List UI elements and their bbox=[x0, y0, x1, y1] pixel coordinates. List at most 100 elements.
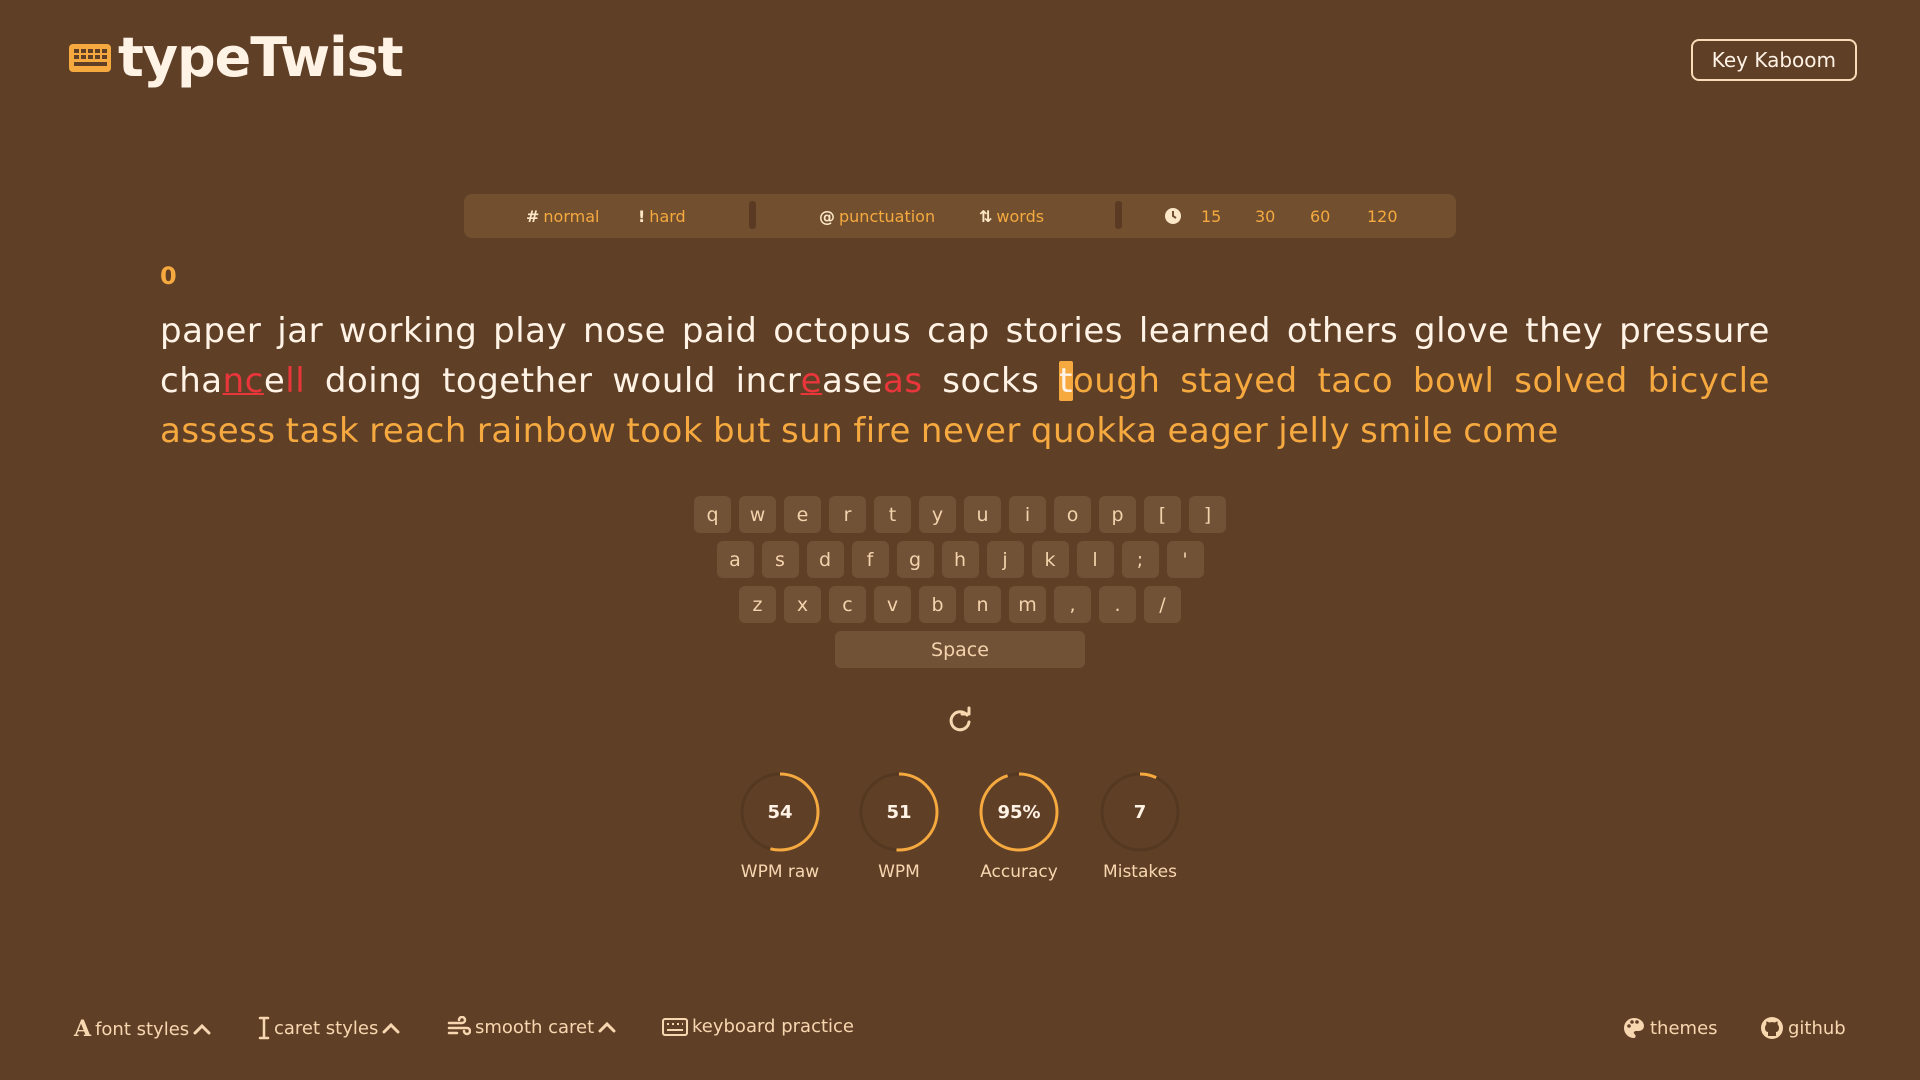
key[interactable]: y bbox=[919, 496, 956, 533]
key[interactable]: u bbox=[964, 496, 1001, 533]
mode-hard-label: hard bbox=[649, 206, 686, 226]
key[interactable]: z bbox=[739, 586, 776, 623]
word: together bbox=[442, 361, 593, 401]
text-line-1: paper jar working play nose paid octopus… bbox=[160, 306, 1770, 356]
time-120[interactable]: 120 bbox=[1367, 207, 1398, 226]
key[interactable]: m bbox=[1009, 586, 1046, 623]
time-15[interactable]: 15 bbox=[1201, 207, 1221, 226]
key[interactable]: t bbox=[874, 496, 911, 533]
key[interactable]: x bbox=[784, 586, 821, 623]
incorrect-chars: nc bbox=[222, 361, 264, 401]
key[interactable]: h bbox=[941, 541, 979, 578]
key[interactable]: a bbox=[716, 541, 754, 578]
key[interactable]: v bbox=[874, 586, 911, 623]
stat-wpm-raw: 54 WPM raw bbox=[715, 770, 845, 882]
key[interactable]: ' bbox=[1166, 541, 1204, 578]
key[interactable]: l bbox=[1076, 541, 1114, 578]
keyboard-practice-link[interactable]: keyboard practice bbox=[662, 1016, 854, 1037]
caret-styles-menu[interactable]: caret styles bbox=[258, 1016, 400, 1040]
key[interactable]: [ bbox=[1144, 496, 1181, 533]
key[interactable]: b bbox=[919, 586, 956, 623]
keyboard-practice-label: keyboard practice bbox=[692, 1016, 854, 1037]
toggle-punctuation[interactable]: @ punctuation bbox=[819, 207, 935, 226]
github-icon bbox=[1761, 1017, 1783, 1039]
font-styles-label: font styles bbox=[95, 1018, 190, 1040]
word: pressure bbox=[1619, 311, 1770, 351]
key[interactable]: ] bbox=[1189, 496, 1226, 533]
test-config-bar: # normal ! hard @ punctuation ⇅ words 15… bbox=[464, 194, 1456, 238]
key[interactable]: w bbox=[739, 496, 776, 533]
progress-ring: 54 bbox=[738, 770, 822, 854]
mode-normal[interactable]: # normal bbox=[526, 207, 599, 226]
key[interactable]: p bbox=[1099, 496, 1136, 533]
caret: t bbox=[1059, 361, 1073, 401]
word: paper bbox=[160, 311, 262, 351]
word-part: e bbox=[263, 361, 286, 401]
themes-label: themes bbox=[1650, 1017, 1718, 1039]
key-kaboom-button[interactable]: Key Kaboom bbox=[1690, 39, 1857, 81]
word: fire bbox=[853, 411, 911, 451]
key[interactable]: o bbox=[1054, 496, 1091, 533]
key[interactable]: j bbox=[986, 541, 1024, 578]
key[interactable]: / bbox=[1144, 586, 1181, 623]
key-space[interactable]: Space bbox=[835, 631, 1085, 668]
text-line-2: chancell doing together would increaseas… bbox=[160, 356, 1770, 406]
time-30[interactable]: 30 bbox=[1255, 207, 1275, 226]
progress-ring: 51 bbox=[857, 770, 941, 854]
stat-label: WPM raw bbox=[740, 862, 820, 882]
extra-chars: as bbox=[882, 361, 923, 401]
word: but bbox=[713, 411, 772, 451]
key[interactable]: r bbox=[829, 496, 866, 533]
clock-icon bbox=[1164, 207, 1182, 225]
font-styles-menu[interactable]: A font styles bbox=[74, 1016, 211, 1042]
key[interactable]: f bbox=[851, 541, 889, 578]
key[interactable]: , bbox=[1054, 586, 1091, 623]
word: octopus bbox=[773, 311, 912, 351]
keyboard-row-2: a s d f g h j k l; ' bbox=[0, 541, 1920, 578]
keyboard-icon bbox=[662, 1017, 688, 1036]
word: others bbox=[1286, 311, 1399, 351]
key[interactable]: i bbox=[1009, 496, 1046, 533]
exclamation-icon: ! bbox=[638, 206, 646, 226]
toggle-words[interactable]: ⇅ words bbox=[979, 207, 1044, 226]
app-name: typeTwist bbox=[118, 26, 404, 89]
themes-menu[interactable]: themes bbox=[1622, 1016, 1718, 1040]
smooth-caret-menu[interactable]: smooth caret bbox=[447, 1016, 616, 1038]
key[interactable]: k bbox=[1031, 541, 1069, 578]
key[interactable]: s bbox=[761, 541, 799, 578]
restart-icon[interactable] bbox=[946, 706, 974, 734]
key[interactable]: e bbox=[784, 496, 821, 533]
key[interactable]: n bbox=[964, 586, 1001, 623]
stat-value: 7 bbox=[1133, 801, 1147, 823]
word: stayed bbox=[1180, 361, 1298, 401]
menu-divider bbox=[749, 201, 756, 229]
wind-icon bbox=[447, 1016, 471, 1036]
mode-hard[interactable]: ! hard bbox=[638, 207, 686, 226]
stat-wpm: 51 WPM bbox=[834, 770, 964, 882]
menu-divider bbox=[1115, 201, 1122, 229]
stat-value: 95% bbox=[997, 801, 1041, 823]
virtual-keyboard: q w e r t y u i o p[] a s d f g h j k l; ' z x c v b n m,. / Spac… bbox=[0, 496, 1920, 668]
typing-area[interactable]: paper jar working play nose paid octopus… bbox=[160, 306, 1770, 456]
smooth-caret-label: smooth caret bbox=[475, 1016, 595, 1038]
key[interactable]: g bbox=[896, 541, 934, 578]
word-part: cha bbox=[160, 361, 223, 401]
caret-styles-label: caret styles bbox=[274, 1017, 379, 1039]
word: smile bbox=[1360, 411, 1454, 451]
key[interactable]: q bbox=[694, 496, 731, 533]
stat-value: 51 bbox=[886, 801, 912, 823]
word: rainbow bbox=[476, 411, 617, 451]
word: taco bbox=[1317, 361, 1394, 401]
key[interactable]: d bbox=[806, 541, 844, 578]
app-logo[interactable]: typeTwist bbox=[68, 26, 404, 89]
word-with-errors: chancell bbox=[160, 356, 305, 406]
time-60[interactable]: 60 bbox=[1310, 207, 1330, 226]
key[interactable]: . bbox=[1099, 586, 1136, 623]
key[interactable]: c bbox=[829, 586, 866, 623]
mode-normal-label: normal bbox=[543, 206, 600, 226]
key[interactable]: ; bbox=[1121, 541, 1159, 578]
github-link[interactable]: github bbox=[1760, 1016, 1846, 1040]
stat-accuracy: 95% Accuracy bbox=[954, 770, 1084, 882]
word-with-errors: increaseas bbox=[736, 356, 923, 406]
text-line-3: assess task reach rainbow took but sun f… bbox=[160, 406, 1770, 456]
